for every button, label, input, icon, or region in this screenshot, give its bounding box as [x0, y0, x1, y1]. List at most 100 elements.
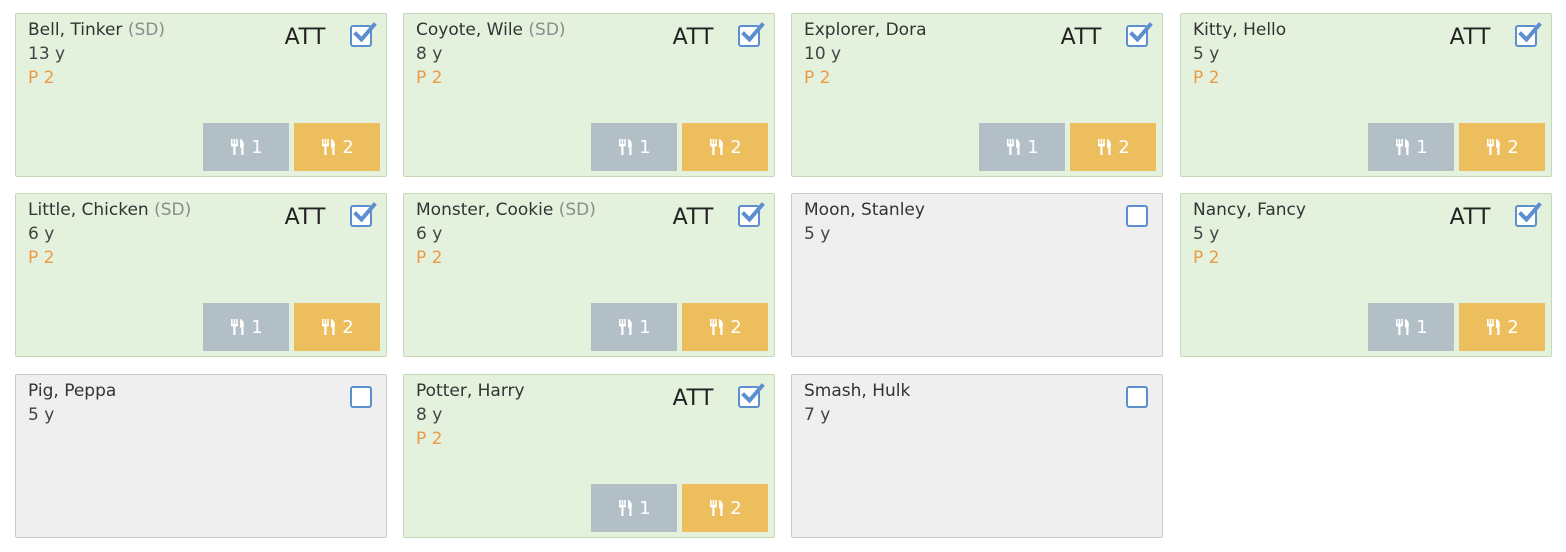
meal-1-label: 1 — [639, 136, 651, 158]
meal-2-button[interactable]: 2 — [294, 123, 380, 171]
fork-knife-icon — [320, 318, 338, 336]
student-name: Explorer, Dora — [804, 20, 927, 40]
attendance-checkbox[interactable] — [350, 386, 372, 408]
student-card[interactable]: Kitty, Hello 5 y P 2 ATT 1 2 — [1180, 13, 1552, 177]
student-card[interactable]: Potter, Harry 8 y P 2 ATT 1 2 — [403, 374, 775, 538]
student-card[interactable]: Coyote, Wile (SD) 8 y P 2 ATT 1 2 — [403, 13, 775, 177]
attendance-checkbox[interactable] — [738, 383, 765, 408]
student-age: 6 y — [416, 224, 443, 244]
student-card[interactable]: Bell, Tinker (SD) 13 y P 2 ATT 1 2 — [15, 13, 387, 177]
meal-2-button[interactable]: 2 — [1459, 303, 1545, 351]
meal-2-button[interactable]: 2 — [1070, 123, 1156, 171]
attendance-label: ATT — [284, 25, 326, 50]
student-name-text: Kitty, Hello — [1193, 20, 1287, 40]
checkbox-check-icon — [741, 202, 765, 223]
student-age: 7 y — [804, 405, 831, 425]
period-label: P 2 — [1193, 68, 1220, 88]
student-name-text: Smash, Hulk — [804, 381, 911, 401]
attendance-label: ATT — [672, 386, 714, 411]
attendance-checkbox[interactable] — [350, 202, 377, 227]
period-label: P 2 — [416, 68, 443, 88]
meal-1-button[interactable]: 1 — [1368, 303, 1454, 351]
fork-knife-icon — [229, 318, 247, 336]
fork-knife-icon — [617, 138, 635, 156]
checkbox-check-icon — [353, 22, 377, 43]
fork-knife-icon — [708, 499, 726, 517]
student-card[interactable]: Explorer, Dora 10 y P 2 ATT 1 2 — [791, 13, 1163, 177]
meal-1-button[interactable]: 1 — [979, 123, 1065, 171]
student-card[interactable]: Smash, Hulk 7 y — [791, 374, 1163, 538]
student-name-text: Bell, Tinker — [28, 20, 123, 40]
meal-2-label: 2 — [1507, 136, 1519, 158]
meal-2-button[interactable]: 2 — [682, 303, 768, 351]
meal-2-button[interactable]: 2 — [682, 484, 768, 532]
checkbox-check-icon — [1518, 22, 1542, 43]
sd-label: (SD) — [528, 20, 566, 40]
meal-1-label: 1 — [251, 316, 263, 338]
student-card[interactable]: Moon, Stanley 5 y — [791, 193, 1163, 357]
student-name: Nancy, Fancy — [1193, 200, 1306, 220]
student-age: 5 y — [804, 224, 831, 244]
meal-1-button[interactable]: 1 — [591, 303, 677, 351]
student-name-text: Potter, Harry — [416, 381, 525, 401]
meal-2-label: 2 — [730, 136, 742, 158]
period-label: P 2 — [416, 248, 443, 268]
attendance-label: ATT — [672, 25, 714, 50]
meal-1-button[interactable]: 1 — [203, 303, 289, 351]
student-name: Moon, Stanley — [804, 200, 925, 220]
meal-1-button[interactable]: 1 — [591, 484, 677, 532]
checkbox-check-icon — [353, 202, 377, 223]
attendance-label: ATT — [1060, 25, 1102, 50]
sd-label: (SD) — [154, 200, 192, 220]
checkbox-check-icon — [741, 383, 765, 404]
attendance-checkbox[interactable] — [1515, 22, 1542, 47]
period-label: P 2 — [28, 68, 55, 88]
fork-knife-icon — [617, 499, 635, 517]
meal-2-button[interactable]: 2 — [682, 123, 768, 171]
student-name: Potter, Harry — [416, 381, 525, 401]
student-age: 5 y — [1193, 44, 1220, 64]
meal-1-label: 1 — [1027, 136, 1039, 158]
fork-knife-icon — [229, 138, 247, 156]
student-name-text: Little, Chicken — [28, 200, 149, 220]
attendance-checkbox[interactable] — [1515, 202, 1542, 227]
checkbox-check-icon — [741, 22, 765, 43]
student-age: 8 y — [416, 405, 443, 425]
meal-2-label: 2 — [342, 136, 354, 158]
student-card[interactable]: Little, Chicken (SD) 6 y P 2 ATT 1 2 — [15, 193, 387, 357]
student-name: Coyote, Wile (SD) — [416, 20, 566, 40]
student-name-text: Moon, Stanley — [804, 200, 925, 220]
fork-knife-icon — [617, 318, 635, 336]
student-attendance-grid: Bell, Tinker (SD) 13 y P 2 ATT 1 2 Coyot… — [0, 0, 1566, 552]
meal-1-button[interactable]: 1 — [1368, 123, 1454, 171]
period-label: P 2 — [1193, 248, 1220, 268]
meal-1-button[interactable]: 1 — [591, 123, 677, 171]
attendance-checkbox[interactable] — [738, 202, 765, 227]
fork-knife-icon — [1394, 138, 1412, 156]
meal-2-label: 2 — [730, 497, 742, 519]
meal-2-button[interactable]: 2 — [1459, 123, 1545, 171]
attendance-checkbox[interactable] — [1126, 386, 1148, 408]
student-name: Smash, Hulk — [804, 381, 910, 401]
sd-label: (SD) — [127, 20, 165, 40]
student-name: Kitty, Hello — [1193, 20, 1286, 40]
fork-knife-icon — [1485, 138, 1503, 156]
attendance-checkbox[interactable] — [1126, 205, 1148, 227]
fork-knife-icon — [1005, 138, 1023, 156]
meal-1-label: 1 — [639, 497, 651, 519]
checkbox-check-icon — [1518, 202, 1542, 223]
meal-2-label: 2 — [1507, 316, 1519, 338]
attendance-checkbox[interactable] — [738, 22, 765, 47]
attendance-checkbox[interactable] — [1126, 22, 1153, 47]
fork-knife-icon — [708, 138, 726, 156]
fork-knife-icon — [320, 138, 338, 156]
student-card[interactable]: Pig, Peppa 5 y — [15, 374, 387, 538]
attendance-checkbox[interactable] — [350, 22, 377, 47]
student-card[interactable]: Monster, Cookie (SD) 6 y P 2 ATT 1 2 — [403, 193, 775, 357]
student-card[interactable]: Nancy, Fancy 5 y P 2 ATT 1 2 — [1180, 193, 1552, 357]
meal-2-button[interactable]: 2 — [294, 303, 380, 351]
student-name: Monster, Cookie (SD) — [416, 200, 596, 220]
period-label: P 2 — [28, 248, 55, 268]
meal-1-button[interactable]: 1 — [203, 123, 289, 171]
fork-knife-icon — [1394, 318, 1412, 336]
